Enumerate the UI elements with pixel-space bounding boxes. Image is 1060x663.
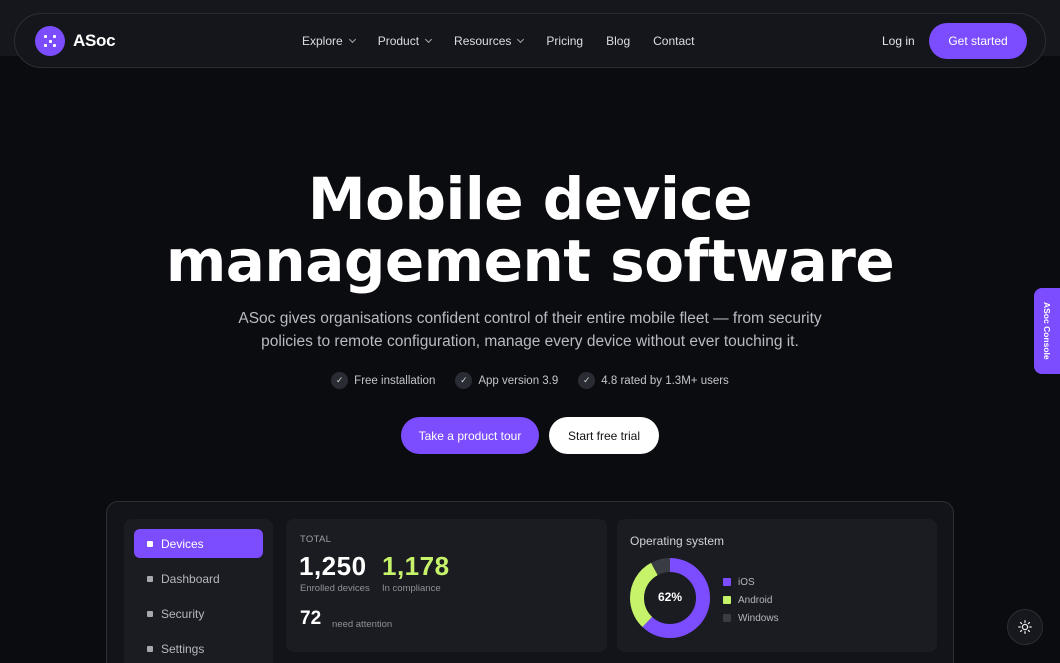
sidebar-item-label: Security [161, 606, 205, 621]
sidebar-item-security[interactable]: Security [134, 599, 263, 628]
nav-item-label: Contact [653, 34, 695, 48]
os-title: Operating system [630, 534, 725, 548]
dashboard-sidebar: Devices Dashboard Security Settings [124, 519, 273, 663]
nav-links: Explore Product Resources Pricing Blog C… [302, 34, 717, 48]
sidebar-item-label: Devices [161, 536, 204, 551]
nav-item-resources[interactable]: Resources [454, 34, 525, 48]
hero-title: Mobile device management software [0, 168, 1060, 292]
sidebar-item-label: Settings [161, 641, 205, 656]
navbar: ASoc Explore Product Resources Pricing B… [14, 13, 1046, 68]
dashboard-preview: Devices Dashboard Security Settings TOTA… [106, 501, 954, 663]
square-bullet-icon [147, 610, 153, 617]
chevron-down-icon [348, 35, 356, 44]
feature-badges: ✓ Free installation ✓ App version 3.9 ✓ … [0, 372, 1060, 389]
chevron-down-icon [517, 35, 525, 44]
os-card: Operating system 62% iOS Android Windows [617, 519, 937, 652]
square-bullet-icon [147, 575, 153, 582]
product-tour-button[interactable]: Take a product tour [401, 417, 539, 454]
badge-label: 4.8 rated by 1.3M+ users [601, 374, 729, 387]
nav-item-blog[interactable]: Blog [606, 34, 630, 48]
check-icon: ✓ [578, 372, 596, 389]
square-bullet-icon [147, 645, 153, 652]
attention-label: need attention [332, 619, 393, 630]
nav-item-label: Blog [606, 34, 631, 48]
nav-item-label: Product [377, 34, 420, 48]
legend-item-android: Android [723, 591, 779, 609]
nav-item-pricing[interactable]: Pricing [546, 34, 583, 48]
attention-count: 72 [300, 608, 322, 629]
badge-rating: ✓ 4.8 rated by 1.3M+ users [578, 372, 729, 389]
legend-label: Windows [738, 612, 779, 624]
badge-app-version: ✓ App version 3.9 [455, 372, 558, 389]
badge-label: App version 3.9 [478, 374, 559, 387]
enrolled-label: Enrolled devices [300, 583, 370, 594]
nav-item-label: Pricing [546, 34, 584, 48]
console-tab-label: ASoc Console [1042, 302, 1052, 360]
square-bullet-icon [147, 540, 153, 547]
hero-subtitle: ASoc gives organisations confident contr… [238, 310, 822, 350]
sidebar-item-settings[interactable]: Settings [134, 634, 263, 663]
sidebar-item-dashboard[interactable]: Dashboard [134, 564, 263, 593]
free-trial-button[interactable]: Start free trial [549, 417, 659, 454]
nav-item-explore[interactable]: Explore [302, 34, 356, 48]
check-icon: ✓ [455, 372, 473, 389]
console-tab[interactable]: ASoc Console [1034, 288, 1060, 374]
legend-label: Android [738, 594, 773, 606]
brand-name[interactable]: ASoc [73, 31, 116, 51]
sidebar-item-devices[interactable]: Devices [134, 529, 263, 558]
nav-item-label: Resources [454, 34, 512, 48]
legend-label: iOS [738, 576, 755, 588]
sun-icon [1018, 620, 1032, 634]
enrolled-count: 1,250 [299, 551, 367, 581]
compliance-count: 1,178 [382, 551, 450, 581]
badge-free-installation: ✓ Free installation [331, 372, 435, 389]
nav-item-product[interactable]: Product [377, 34, 433, 48]
legend-swatch [723, 596, 731, 604]
total-label: TOTAL [300, 534, 332, 545]
nav-item-label: Explore [302, 34, 343, 48]
legend-swatch [723, 614, 731, 622]
legend-item-ios: iOS [723, 573, 779, 591]
total-card: TOTAL 1,250 Enrolled devices 1,178 In co… [286, 519, 607, 652]
login-link[interactable]: Log in [882, 34, 915, 48]
hero-title-line-2: management software [165, 227, 895, 295]
legend-item-windows: Windows [723, 609, 779, 627]
donut-center-label: 62% [657, 590, 683, 604]
os-legend: iOS Android Windows [723, 573, 779, 627]
logo-dots-icon[interactable] [35, 26, 65, 56]
compliance-label: In compliance [382, 583, 441, 594]
check-icon: ✓ [331, 372, 349, 389]
nav-item-contact[interactable]: Contact [653, 34, 694, 48]
chevron-down-icon [425, 35, 433, 44]
sidebar-item-label: Dashboard [161, 571, 220, 586]
badge-label: Free installation [354, 374, 436, 387]
hero-title-line-1: Mobile device [307, 165, 753, 233]
legend-swatch [723, 578, 731, 586]
get-started-button[interactable]: Get started [929, 23, 1027, 59]
theme-toggle-button[interactable] [1007, 609, 1043, 645]
